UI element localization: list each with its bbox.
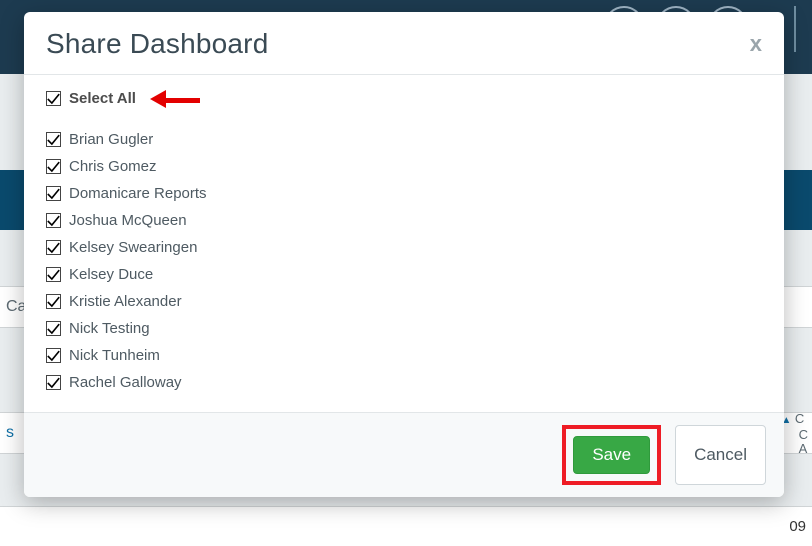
- check-icon: [47, 242, 60, 254]
- user-label: Chris Gomez: [69, 158, 157, 175]
- user-checkbox[interactable]: [46, 375, 61, 390]
- user-checkbox[interactable]: [46, 159, 61, 174]
- modal-footer: Save Cancel: [24, 412, 784, 497]
- select-all-checkbox[interactable]: [46, 91, 61, 106]
- user-checkbox[interactable]: [46, 348, 61, 363]
- user-checkbox[interactable]: [46, 321, 61, 336]
- user-row: Nick Tunheim: [46, 342, 762, 369]
- check-icon: [47, 350, 60, 362]
- user-row: Kelsey Duce: [46, 261, 762, 288]
- user-checkbox[interactable]: [46, 294, 61, 309]
- modal-header: Share Dashboard x: [24, 12, 784, 75]
- user-label: Kelsey Duce: [69, 266, 153, 283]
- annotation-highlight-box: Save: [562, 425, 661, 485]
- save-button[interactable]: Save: [573, 436, 650, 474]
- user-row: Nick Testing: [46, 315, 762, 342]
- user-row: Domanicare Reports: [46, 180, 762, 207]
- modal-title: Share Dashboard: [46, 28, 268, 60]
- cancel-button[interactable]: Cancel: [675, 425, 766, 485]
- user-checkbox[interactable]: [46, 240, 61, 255]
- user-row: Kristie Alexander: [46, 288, 762, 315]
- check-icon: [47, 93, 60, 105]
- share-dashboard-modal: Share Dashboard x Select All Brian Gugle…: [24, 12, 784, 497]
- bg-row2-text: s: [6, 424, 14, 442]
- user-checkbox[interactable]: [46, 132, 61, 147]
- check-icon: [47, 296, 60, 308]
- topbar-divider: [794, 6, 796, 52]
- user-row: Rachel Galloway: [46, 369, 762, 396]
- bg-row3-right: 09: [789, 518, 806, 535]
- user-row: Chris Gomez: [46, 153, 762, 180]
- background-row-3: [0, 506, 812, 546]
- select-all-row: Select All: [46, 85, 762, 112]
- user-label: Nick Tunheim: [69, 347, 160, 364]
- user-row: Brian Gugler: [46, 126, 762, 153]
- user-checkbox[interactable]: [46, 213, 61, 228]
- annotation-arrow-icon: [150, 91, 200, 107]
- bg-col-header: ▲ C C A: [791, 412, 808, 456]
- check-icon: [47, 161, 60, 173]
- modal-body: Select All Brian Gugler Chris Gomez Domani…: [24, 75, 784, 402]
- select-all-label: Select All: [69, 90, 136, 107]
- user-label: Rachel Galloway: [69, 374, 182, 391]
- user-row: Kelsey Swearingen: [46, 234, 762, 261]
- user-checkbox[interactable]: [46, 267, 61, 282]
- check-icon: [47, 323, 60, 335]
- check-icon: [47, 134, 60, 146]
- user-label: Domanicare Reports: [69, 185, 207, 202]
- check-icon: [47, 215, 60, 227]
- user-label: Brian Gugler: [69, 131, 153, 148]
- user-checkbox[interactable]: [46, 186, 61, 201]
- check-icon: [47, 269, 60, 281]
- user-list: Brian Gugler Chris Gomez Domanicare Report…: [46, 126, 762, 396]
- user-label: Joshua McQueen: [69, 212, 187, 229]
- user-row: Joshua McQueen: [46, 207, 762, 234]
- check-icon: [47, 188, 60, 200]
- user-label: Kelsey Swearingen: [69, 239, 197, 256]
- user-label: Kristie Alexander: [69, 293, 182, 310]
- user-label: Nick Testing: [69, 320, 150, 337]
- close-icon[interactable]: x: [750, 33, 762, 55]
- check-icon: [47, 377, 60, 389]
